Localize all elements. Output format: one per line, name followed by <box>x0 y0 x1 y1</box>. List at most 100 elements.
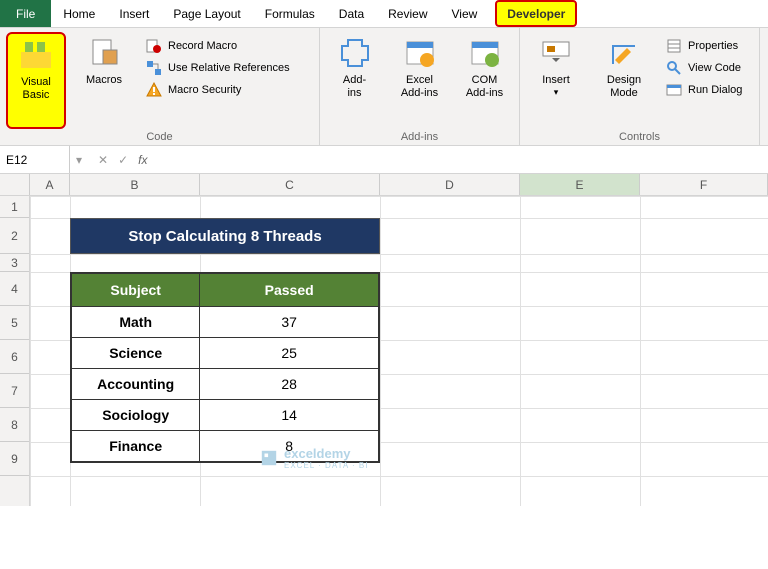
design-mode-button[interactable]: Design Mode <box>594 32 654 129</box>
addins-button[interactable]: Add- ins <box>326 32 383 129</box>
group-label-addins: Add-ins <box>326 129 513 143</box>
table-cell-passed: 25 <box>200 338 378 368</box>
table-title: Stop Calculating 8 Threads <box>70 218 380 254</box>
table-row: Science25 <box>72 337 378 368</box>
row-header-2[interactable]: 2 <box>0 218 29 254</box>
properties-button[interactable]: Properties <box>662 36 746 56</box>
table-header: Passed <box>200 274 378 306</box>
properties-label: Properties <box>688 40 738 52</box>
select-all-corner[interactable] <box>0 174 30 195</box>
name-box[interactable]: E12 <box>0 146 70 173</box>
design-mode-icon <box>607 36 641 70</box>
column-headers: ABCDEF <box>0 174 768 196</box>
addins-icon <box>338 36 372 70</box>
macros-icon <box>87 36 121 70</box>
row-header-3[interactable]: 3 <box>0 254 29 272</box>
table-row: Math37 <box>72 306 378 337</box>
col-header-e[interactable]: E <box>520 174 640 195</box>
view-code-label: View Code <box>688 62 741 74</box>
design-mode-label: Design Mode <box>607 74 641 100</box>
cells-area[interactable]: Stop Calculating 8 Threads SubjectPassed… <box>30 196 768 506</box>
col-header-c[interactable]: C <box>200 174 380 195</box>
table-row: Sociology14 <box>72 399 378 430</box>
macro-security-icon <box>146 82 162 98</box>
excel-addins-label: Excel Add-ins <box>401 74 438 100</box>
tab-developer[interactable]: Developer <box>495 0 577 27</box>
view-code-icon <box>666 60 682 76</box>
name-box-dropdown-icon[interactable]: ▾ <box>70 153 88 167</box>
tab-page-layout[interactable]: Page Layout <box>161 0 252 27</box>
com-addins-button[interactable]: COM Add-ins <box>456 32 513 129</box>
table-cell-passed: 28 <box>200 369 378 399</box>
tab-data[interactable]: Data <box>327 0 376 27</box>
formula-accept-icon[interactable]: ✓ <box>118 153 128 167</box>
visual-basic-icon <box>19 38 53 72</box>
table-cell-passed: 37 <box>200 307 378 337</box>
col-header-b[interactable]: B <box>70 174 200 195</box>
row-header-5[interactable]: 5 <box>0 306 29 340</box>
use-relative-icon <box>146 60 162 76</box>
insert-control-button[interactable]: Insert ▾ <box>526 32 586 129</box>
record-macro-icon <box>146 38 162 54</box>
data-table: SubjectPassedMath37Science25Accounting28… <box>70 272 380 463</box>
run-dialog-button[interactable]: Run Dialog <box>662 80 746 100</box>
fx-icon[interactable]: fx <box>138 153 147 167</box>
group-label-code: Code <box>6 129 313 143</box>
watermark-sub: EXCEL · DATA · BI <box>284 461 368 470</box>
row-header-6[interactable]: 6 <box>0 340 29 374</box>
row-header-4[interactable]: 4 <box>0 272 29 306</box>
tab-view[interactable]: View <box>440 0 490 27</box>
ribbon-tabs: File Home Insert Page Layout Formulas Da… <box>0 0 768 28</box>
col-header-d[interactable]: D <box>380 174 520 195</box>
formula-cancel-icon[interactable]: ✕ <box>98 153 108 167</box>
insert-control-icon <box>539 36 573 70</box>
ribbon-group-code: Visual Basic Macros Record Macro Use Rel… <box>0 28 320 145</box>
run-dialog-label: Run Dialog <box>688 84 742 96</box>
watermark-name: exceldemy <box>284 446 368 461</box>
properties-icon <box>666 38 682 54</box>
excel-addins-button[interactable]: Excel Add-ins <box>391 32 448 129</box>
tab-file[interactable]: File <box>0 0 51 27</box>
table-cell-subject: Accounting <box>72 369 200 399</box>
ribbon: Visual Basic Macros Record Macro Use Rel… <box>0 28 768 146</box>
col-header-f[interactable]: F <box>640 174 768 195</box>
row-header-1[interactable]: 1 <box>0 196 29 218</box>
col-header-a[interactable]: A <box>30 174 70 195</box>
tab-home[interactable]: Home <box>51 0 107 27</box>
table-header: Subject <box>72 274 200 306</box>
view-code-button[interactable]: View Code <box>662 58 746 78</box>
chevron-down-icon: ▾ <box>554 87 559 98</box>
watermark: exceldemy EXCEL · DATA · BI <box>260 446 368 470</box>
use-relative-button[interactable]: Use Relative References <box>142 58 294 78</box>
table-cell-subject: Math <box>72 307 200 337</box>
com-addins-icon <box>468 36 502 70</box>
ribbon-group-controls: Insert ▾ Design Mode Properties View Cod… <box>520 28 760 145</box>
record-macro-label: Record Macro <box>168 40 237 52</box>
macro-security-label: Macro Security <box>168 84 241 96</box>
table-cell-subject: Finance <box>72 431 200 461</box>
formula-bar: E12 ▾ ✕ ✓ fx <box>0 146 768 174</box>
visual-basic-button[interactable]: Visual Basic <box>6 32 66 129</box>
row-header-8[interactable]: 8 <box>0 408 29 442</box>
excel-addins-icon <box>403 36 437 70</box>
row-header-7[interactable]: 7 <box>0 374 29 408</box>
tab-formulas[interactable]: Formulas <box>253 0 327 27</box>
table-row: Accounting28 <box>72 368 378 399</box>
tab-review[interactable]: Review <box>376 0 439 27</box>
addins-label: Add- ins <box>343 74 366 100</box>
run-dialog-icon <box>666 82 682 98</box>
ribbon-group-addins: Add- ins Excel Add-ins COM Add-ins Add-i… <box>320 28 520 145</box>
table-cell-passed: 14 <box>200 400 378 430</box>
tab-insert[interactable]: Insert <box>107 0 161 27</box>
macros-button[interactable]: Macros <box>74 32 134 129</box>
insert-control-label: Insert <box>542 74 570 87</box>
macro-security-button[interactable]: Macro Security <box>142 80 294 100</box>
watermark-icon <box>260 449 278 467</box>
use-relative-label: Use Relative References <box>168 62 290 74</box>
table-cell-subject: Science <box>72 338 200 368</box>
group-label-controls: Controls <box>526 129 753 143</box>
row-header-9[interactable]: 9 <box>0 442 29 476</box>
visual-basic-label: Visual Basic <box>21 76 51 102</box>
macros-label: Macros <box>86 74 122 87</box>
record-macro-button[interactable]: Record Macro <box>142 36 294 56</box>
